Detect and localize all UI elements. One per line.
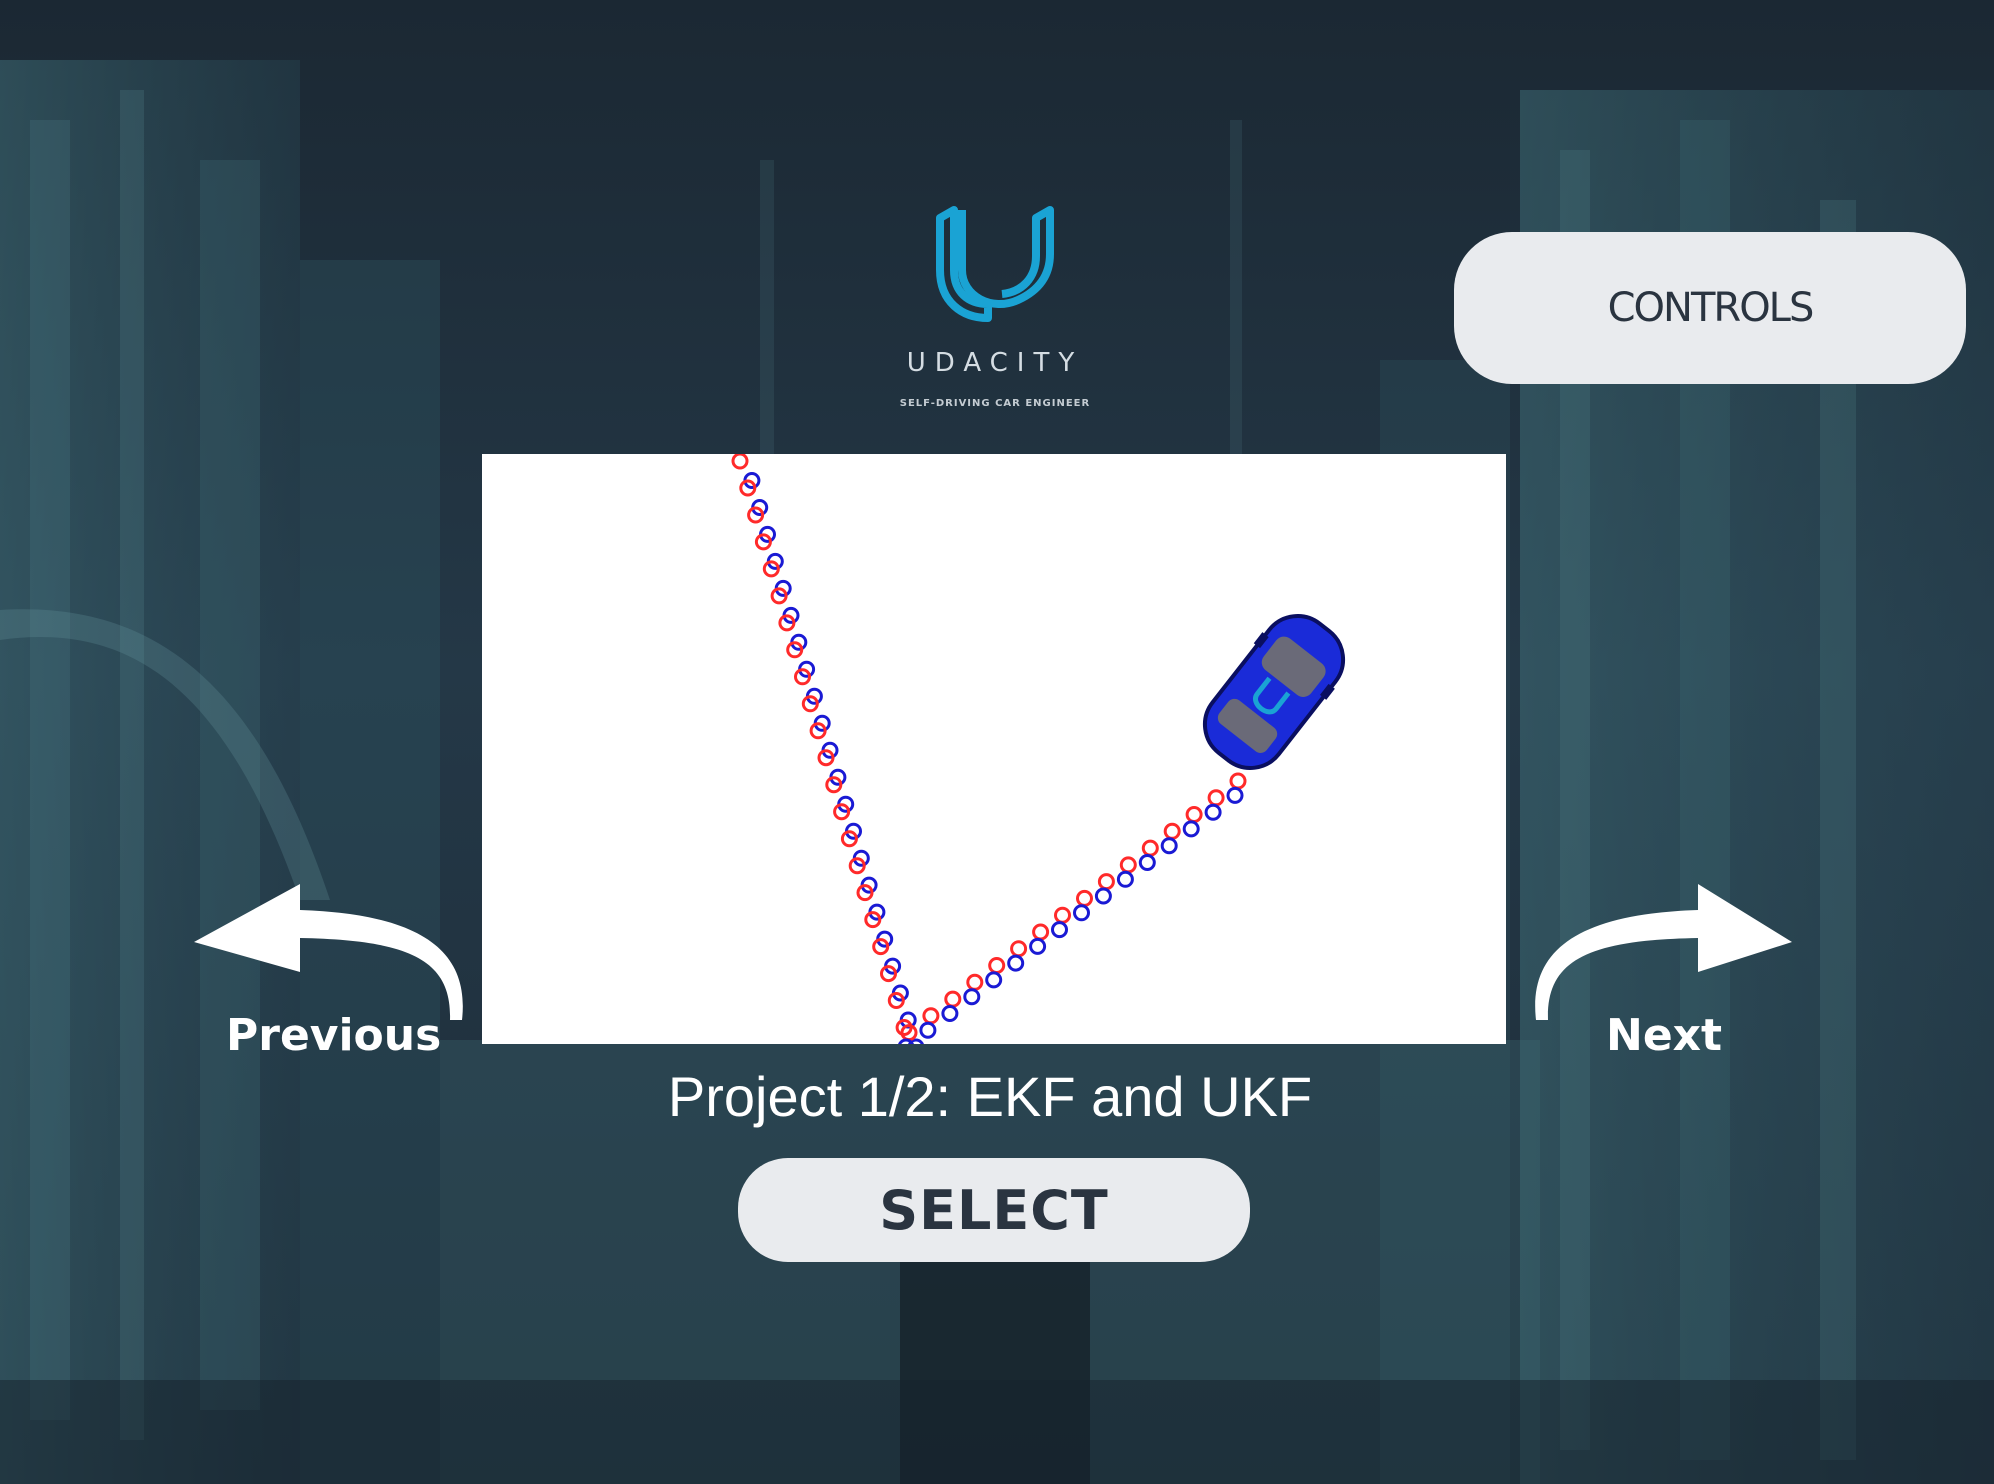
measurement-marker (1054, 906, 1071, 924)
controls-button[interactable]: CONTROLS (1454, 232, 1966, 384)
estimate-marker (963, 988, 981, 1006)
estimate-marker (1029, 937, 1047, 955)
tracking-trajectory-illustration (731, 454, 1346, 1044)
measurement-marker (1119, 856, 1137, 874)
select-button-label: SELECT (879, 1178, 1109, 1242)
measurement-marker (966, 973, 984, 991)
estimate-marker (1051, 921, 1068, 939)
estimate-marker (1160, 837, 1178, 855)
estimate-marker (1226, 786, 1244, 804)
measurement-marker (731, 454, 749, 470)
measurement-marker (1207, 789, 1225, 807)
estimate-marker (1007, 954, 1025, 972)
logo-tagline: SELF-DRIVING CAR ENGINEER (899, 398, 1091, 409)
measurement-marker (1229, 772, 1247, 790)
next-arrow-icon[interactable] (1528, 880, 1808, 1030)
car-icon (1202, 614, 1346, 770)
measurement-marker (1141, 839, 1159, 857)
previous-arrow-icon[interactable] (190, 880, 470, 1030)
estimate-marker (985, 971, 1003, 989)
measurement-marker (988, 957, 1006, 974)
estimate-marker (898, 1038, 914, 1044)
measurement-marker (922, 1007, 940, 1025)
measurement-marker (1076, 889, 1093, 907)
logo-wordmark: UDACITY (906, 348, 1084, 378)
measurement-marker (1032, 923, 1050, 941)
udacity-logo: UDACITY SELF-DRIVING CAR ENGINEER (880, 200, 1110, 420)
trajectory-markers (731, 454, 1247, 1044)
project-title: Project 1/2: EKF and UKF (667, 1065, 1313, 1128)
measurement-marker (944, 990, 962, 1008)
estimate-marker (1116, 870, 1134, 888)
measurement-marker (1163, 822, 1181, 840)
previous-button-label[interactable]: Previous (226, 1010, 441, 1061)
udacity-u-icon (936, 206, 1054, 322)
estimate-marker (1204, 803, 1222, 821)
estimate-marker (1073, 904, 1090, 922)
select-button[interactable]: SELECT (738, 1158, 1250, 1262)
estimate-marker (1094, 887, 1112, 905)
measurement-marker (1097, 873, 1115, 891)
estimate-marker (941, 1005, 959, 1022)
project-preview-image (482, 454, 1506, 1044)
controls-button-label: CONTROLS (1607, 285, 1815, 331)
next-button-label[interactable]: Next (1606, 1010, 1722, 1061)
estimate-marker (1138, 854, 1156, 871)
measurement-marker (1010, 940, 1028, 958)
estimate-marker (919, 1021, 937, 1039)
estimate-marker (1182, 820, 1200, 838)
measurement-marker (1185, 806, 1203, 823)
